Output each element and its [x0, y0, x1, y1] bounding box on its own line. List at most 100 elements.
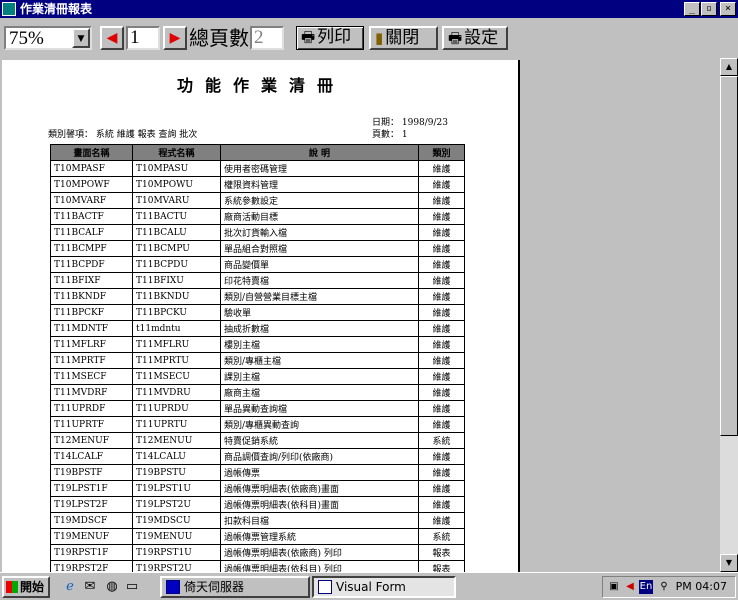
- zoom-value: 75%: [9, 28, 44, 49]
- table-row: T11UPRTF T11UPRTU 類別/專櫃異動查詢 維護: [50, 416, 465, 433]
- app-icon: [2, 2, 16, 16]
- cell-screen-name: T10MPOWF: [50, 176, 133, 193]
- cell-program-name: T11MVDRU: [132, 384, 221, 401]
- table-row: T19RPST1F T19RPST1U 過帳傳票明細表(依廠商) 列印 報表: [50, 544, 465, 561]
- cell-program-name: T11MFLRU: [132, 336, 221, 353]
- cell-program-name: T19BPSTU: [132, 464, 221, 481]
- taskbar: 開始 ℯ ✉ ◍ ▭ 倚天伺服器 Visual Form ▣ ◀ En ⚲ PM…: [0, 572, 738, 600]
- cell-description: 使用者密碼管理: [220, 160, 419, 177]
- cell-type: 報表: [418, 544, 465, 561]
- scroll-down-button[interactable]: ▼: [720, 554, 738, 572]
- cell-program-name: T11BKNDU: [132, 288, 221, 305]
- printer-icon: 🖶: [301, 28, 316, 46]
- cell-type: 維護: [418, 320, 465, 337]
- cell-program-name: T11MPRTU: [132, 352, 221, 369]
- cell-screen-name: T11UPRTF: [50, 416, 133, 433]
- scroll-thumb[interactable]: [720, 76, 738, 436]
- cell-screen-name: T19RPST1F: [50, 544, 133, 561]
- start-label: 開始: [20, 580, 45, 594]
- function-table: 畫面名稱 程式名稱 說 明 類別 T10MPASF T10MPASU 使用者密碼管理…: [50, 144, 465, 572]
- cell-description: 單品異動查詢檔: [220, 400, 419, 417]
- cell-description: 廠商活動目標: [220, 208, 419, 225]
- channels-icon[interactable]: ◍: [104, 579, 120, 595]
- desktop-icon[interactable]: ▭: [124, 579, 140, 595]
- cell-program-name: T11BPCKU: [132, 304, 221, 321]
- close-button[interactable]: ▮ 關閉: [369, 26, 438, 50]
- column-header-type: 類別: [418, 144, 465, 161]
- column-header-screen: 畫面名稱: [50, 144, 133, 161]
- table-row: T19BPSTF T19BPSTU 過帳傳票 維護: [50, 464, 465, 481]
- cell-screen-name: T19BPSTF: [50, 464, 133, 481]
- settings-button[interactable]: 🖶 設定: [442, 26, 508, 50]
- cell-screen-name: T11UPRDF: [50, 400, 133, 417]
- satellite-icon[interactable]: ⚲: [657, 580, 671, 594]
- cell-screen-name: T19RPST2F: [50, 560, 133, 572]
- outlook-express-icon[interactable]: ✉: [82, 579, 98, 595]
- windows-logo-icon: [6, 581, 18, 593]
- cell-description: 驗收單: [220, 304, 419, 321]
- cell-type: 維護: [418, 400, 465, 417]
- print-button[interactable]: 🖶 列印: [296, 26, 364, 50]
- cell-type: 維護: [418, 224, 465, 241]
- table-row: T11MFLRF T11MFLRU 樓別主檔 維護: [50, 336, 465, 353]
- start-button[interactable]: 開始: [2, 576, 50, 598]
- table-row: T11BPCKF T11BPCKU 驗收單 維護: [50, 304, 465, 321]
- close-window-button[interactable]: ×: [720, 2, 736, 16]
- cell-description: 扣款科目檔: [220, 512, 419, 529]
- maximize-button[interactable]: ▫: [701, 2, 717, 16]
- cell-type: 維護: [418, 192, 465, 209]
- column-header-description: 說 明: [220, 144, 419, 161]
- previous-page-button[interactable]: ◀: [100, 26, 124, 50]
- scroll-up-button[interactable]: ▲: [720, 58, 738, 76]
- network-icon[interactable]: ▣: [607, 580, 621, 594]
- report-page: 功能作業清冊 日期： 1998/9/23 頁數： 1 類別韾項： 系統 維護 報…: [2, 60, 520, 572]
- arrow-right-icon: ▶: [169, 30, 181, 46]
- internet-explorer-icon[interactable]: ℯ: [62, 579, 78, 595]
- task-button-visual-form[interactable]: Visual Form: [312, 576, 456, 598]
- cell-screen-name: T11BCMPF: [50, 240, 133, 257]
- table-row: T19RPST2F T19RPST2U 過帳傳票明細表(依科目) 列印 報表: [50, 560, 465, 572]
- cell-program-name: T10MPOWU: [132, 176, 221, 193]
- cell-description: 廠商主檔: [220, 384, 419, 401]
- cell-description: 過帳傳票明細表(依科目) 列印: [220, 560, 419, 572]
- table-row: T19MENUF T19MENUU 過帳傳票管理系統 系統: [50, 528, 465, 545]
- next-page-button[interactable]: ▶: [163, 26, 187, 50]
- cell-type: 維護: [418, 256, 465, 273]
- cell-type: 維護: [418, 384, 465, 401]
- table-row: T11BCPDF T11BCPDU 商品變價單 維護: [50, 256, 465, 273]
- cell-program-name: T14LCALU: [132, 448, 221, 465]
- total-pages-label: 總頁數: [189, 26, 249, 50]
- task-label: 倚天伺服器: [184, 580, 245, 594]
- cell-type: 報表: [418, 560, 465, 572]
- cell-type: 維護: [418, 336, 465, 353]
- table-row: T19LPST2F T19LPST2U 過帳傳票明細表(依科目)畫面 維護: [50, 496, 465, 513]
- speaker-icon[interactable]: ◀: [623, 580, 637, 594]
- chevron-down-icon[interactable]: ▼: [72, 28, 90, 48]
- zoom-select[interactable]: 75% ▼: [4, 26, 92, 50]
- cell-description: 權限資料管理: [220, 176, 419, 193]
- table-row: T14LCALF T14LCALU 商品調價查詢/列印(依廠商) 維護: [50, 448, 465, 465]
- page-number-input[interactable]: 1: [126, 26, 160, 50]
- cell-screen-name: T11MPRTF: [50, 352, 133, 369]
- cell-type: 維護: [418, 480, 465, 497]
- cell-program-name: T11BCALU: [132, 224, 221, 241]
- task-button-server[interactable]: 倚天伺服器: [160, 576, 310, 598]
- settings-label: 設定: [464, 28, 499, 48]
- minimize-button[interactable]: _: [684, 2, 700, 16]
- cell-description: 過帳傳票明細表(依廠商)畫面: [220, 480, 419, 497]
- report-page-number: 頁數： 1: [372, 130, 408, 140]
- table-row: T19LPST1F T19LPST1U 過帳傳票明細表(依廠商)畫面 維護: [50, 480, 465, 497]
- cell-description: 單品組合對照檔: [220, 240, 419, 257]
- cell-description: 過帳傳票: [220, 464, 419, 481]
- cell-type: 維護: [418, 208, 465, 225]
- cell-screen-name: T11MFLRF: [50, 336, 133, 353]
- cell-program-name: T19RPST2U: [132, 560, 221, 572]
- language-indicator[interactable]: En: [639, 580, 653, 594]
- table-row: T11MPRTF T11MPRTU 類別/專櫃主檔 維護: [50, 352, 465, 369]
- clock: PM 04:07: [675, 580, 727, 593]
- vertical-scrollbar[interactable]: ▲ ▼: [720, 58, 738, 572]
- cell-description: 商品變價單: [220, 256, 419, 273]
- cell-program-name: T19LPST1U: [132, 480, 221, 497]
- system-tray: ▣ ◀ En ⚲ PM 04:07: [602, 576, 736, 598]
- close-label: 關閉: [385, 28, 420, 48]
